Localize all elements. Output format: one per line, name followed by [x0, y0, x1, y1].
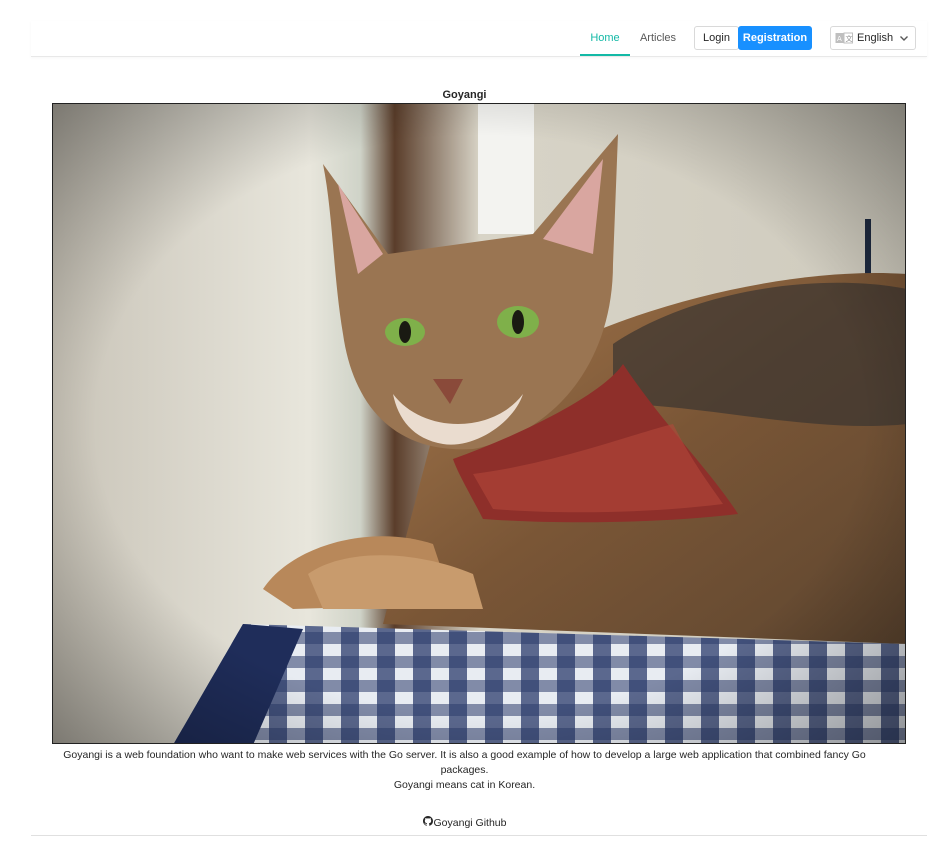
svg-text:A: A: [837, 35, 842, 43]
footer-divider: [31, 835, 927, 836]
cat-photo: [52, 103, 906, 744]
svg-text:文: 文: [846, 34, 853, 43]
description-line-1: Goyangi is a web foundation who want to …: [63, 749, 866, 776]
page-title: Goyangi: [442, 89, 487, 101]
github-link[interactable]: Goyangi Github: [434, 817, 507, 829]
translate-icon: A 文: [835, 32, 853, 44]
registration-button[interactable]: Registration: [738, 26, 812, 50]
language-label: English: [857, 32, 894, 44]
nav-home-tab[interactable]: Home: [580, 21, 630, 56]
description: Goyangi is a web foundation who want to …: [40, 748, 889, 793]
github-icon: [422, 816, 433, 829]
language-select[interactable]: A 文 English: [830, 26, 916, 50]
top-navbar: Home Articles Login Registration A 文 Eng…: [31, 21, 927, 57]
chevron-down-icon: [899, 33, 909, 43]
description-line-2: Goyangi means cat in Korean.: [393, 779, 536, 791]
login-button[interactable]: Login: [694, 26, 739, 50]
nav-articles-tab[interactable]: Articles: [635, 21, 681, 56]
github-link-row: Goyangi Github: [0, 816, 929, 829]
